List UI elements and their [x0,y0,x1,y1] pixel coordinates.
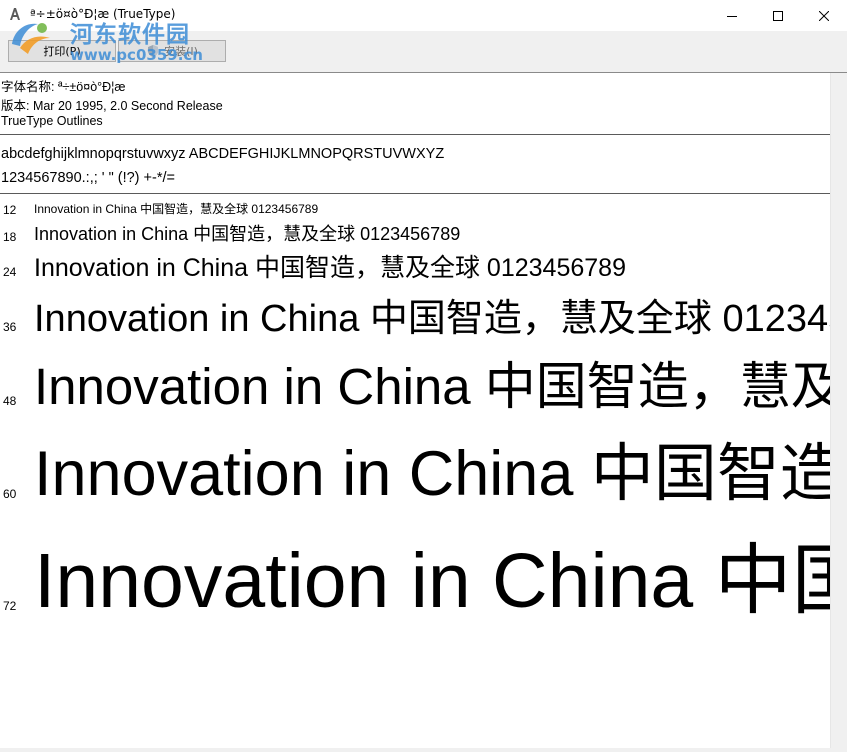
font-viewer-window: ª÷±ö¤ò°Ð¦æ (TrueType) 打印(P) 安装(I) 河东软件园 … [0,0,847,752]
charset-letters: abcdefghijklmnopqrstuvwxyz ABCDEFGHIJKLM… [1,146,445,162]
size-label: 12 [3,203,17,217]
shield-icon [148,45,159,57]
sample-text: Innovation in China 中国智造，慧及全球 0123456789 [34,224,461,244]
size-label: 72 [3,599,17,613]
sample-text: Innovation in China 中国智造，慧及全球 0123456789 [34,298,830,340]
sample-text: Innovation in China 中国智造，慧及全球 0123456789 [34,358,830,415]
version-line: 版本: Mar 20 1995, 2.0 Second Release [1,99,223,113]
close-button[interactable] [801,0,847,31]
toolbar: 打印(P) 安装(I) [0,31,847,73]
size-label: 24 [3,265,17,279]
install-button-label: 安装(I) [164,45,198,58]
print-button-label: 打印(P) [43,45,81,58]
sample-text: Innovation in China 中国智造，慧及全球 0123456789 [34,254,626,282]
font-name-line: 字体名称: ª÷±ö¤ò°Ð¦æ [1,80,126,94]
vertical-scrollbar[interactable] [830,73,847,752]
size-label: 36 [3,320,17,334]
font-preview-area: 字体名称: ª÷±ö¤ò°Ð¦æ 版本: Mar 20 1995, 2.0 Se… [0,73,830,752]
charset-digits-symbols: 1234567890.:,; ' " (!?) +-*/= [1,170,175,186]
font-file-icon [7,6,23,22]
install-button[interactable]: 安装(I) [118,40,226,62]
outline-type-line: TrueType Outlines [1,114,103,128]
print-button[interactable]: 打印(P) [8,40,116,62]
maximize-icon [773,10,783,21]
sample-text: Innovation in China 中国智造，慧及全球 0123456789 [34,202,319,216]
divider [0,193,830,194]
window-bottom-edge [0,748,847,752]
minimize-icon [727,15,737,17]
maximize-button[interactable] [755,0,801,31]
close-icon [819,10,829,21]
title-bar[interactable]: ª÷±ö¤ò°Ð¦æ (TrueType) [0,0,847,31]
divider [0,134,830,135]
window-title: ª÷±ö¤ò°Ð¦æ (TrueType) [30,7,176,21]
size-label: 48 [3,394,17,408]
sample-text: Innovation in China 中国智造，慧及全球 0123456789 [34,538,830,624]
sample-text: Innovation in China 中国智造，慧及全球 0123456789 [34,439,830,509]
minimize-button[interactable] [709,0,755,31]
size-label: 18 [3,230,17,244]
size-label: 60 [3,487,17,501]
